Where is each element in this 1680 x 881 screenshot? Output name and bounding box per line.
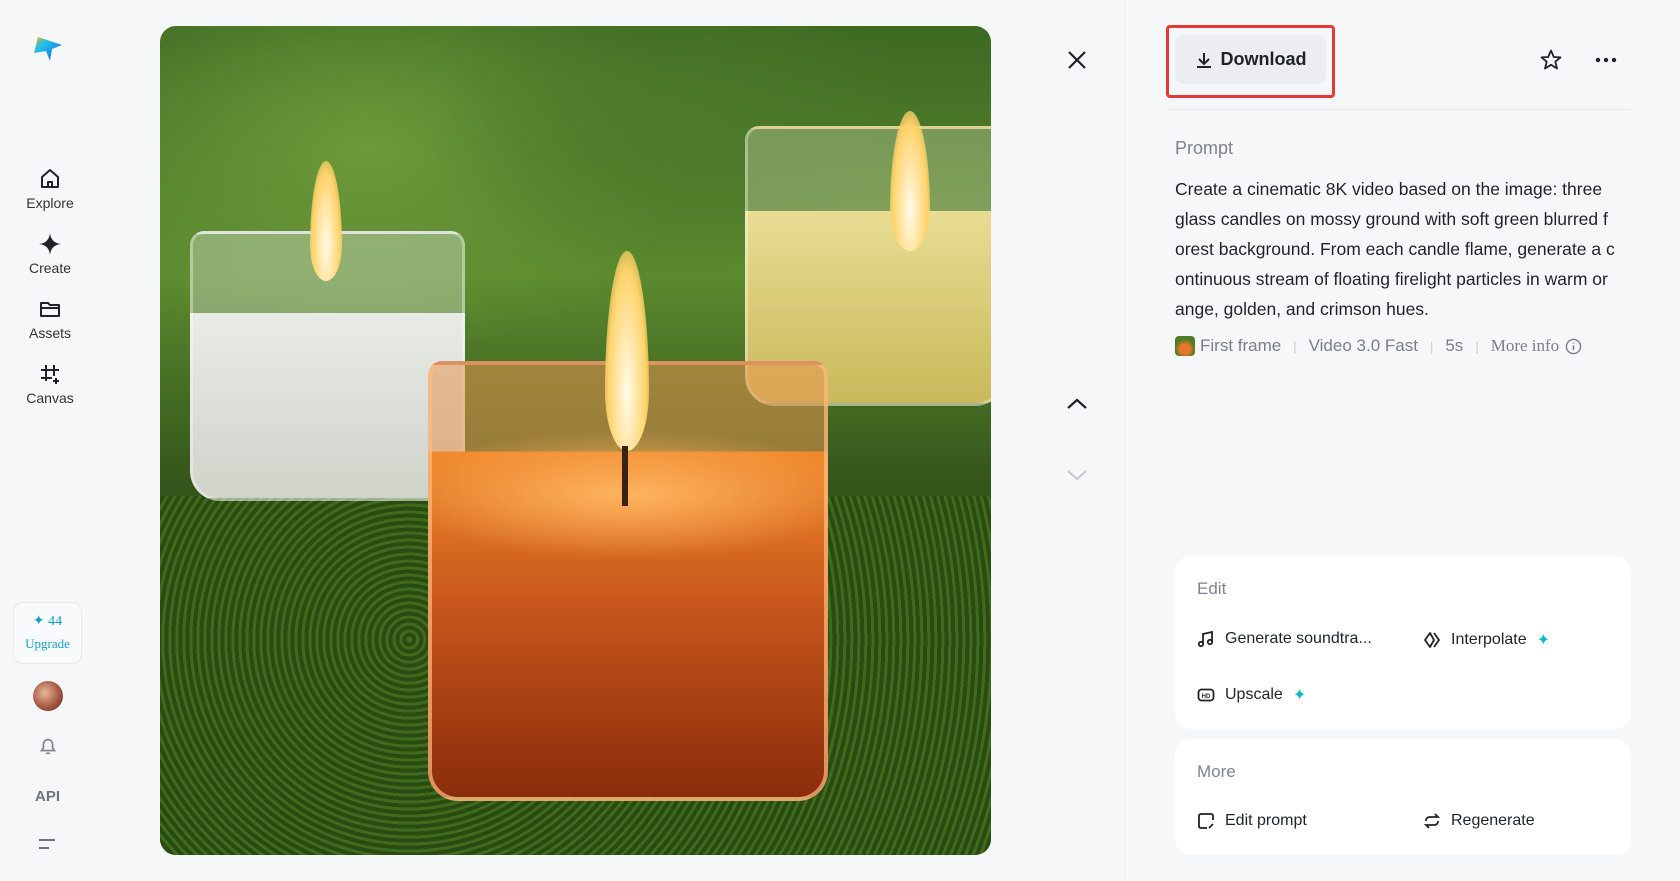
interpolate-icon [1424,632,1440,648]
edit-prompt-button[interactable]: Edit prompt [1197,812,1307,830]
generation-meta: First frame | Video 3.0 Fast | 5s | More in… [1175,336,1582,356]
sidebar-item-label: Assets [28,325,71,341]
credits-sparkle-icon: ✦ [32,614,45,629]
first-frame-thumbnail [1175,336,1195,356]
edit-prompt-icon [1198,813,1214,829]
regenerate-button[interactable]: Regenerate [1423,812,1535,830]
logo-icon [34,37,62,61]
folder-icon [40,302,60,317]
more-card: More Edit prompt Regenerate [1175,739,1631,855]
action-label: Edit prompt [1225,812,1307,829]
mode-label: First frame [1200,336,1282,355]
generate-soundtrack-button[interactable]: Generate soundtra... [1197,630,1372,648]
sparkle-icon [39,233,61,255]
upgrade-label: Upgrade [25,636,70,651]
generated-image[interactable] [160,26,991,855]
sidebar-item-explore[interactable]: Explore [0,167,100,211]
sidebar-item-label: Create [28,260,72,276]
hd-icon: HD [1197,688,1215,702]
prompt-line: glass candles on mossy ground with soft … [1175,209,1608,229]
info-icon [1565,338,1582,354]
more-info-label: More info [1490,336,1560,355]
sidebar-item-label: Canvas [26,390,74,406]
upgrade-box[interactable]: ✦ 44 Upgrade [13,602,82,664]
download-label: Download [1220,49,1307,69]
prompt-line: ange, golden, and crimson hues. [1175,299,1429,319]
duration-label: 5s [1445,336,1464,355]
star-icon[interactable] [1539,48,1563,72]
more-options-icon[interactable] [1594,56,1618,64]
menu-icon[interactable] [37,836,57,852]
panel-divider [1125,0,1126,881]
canvas-icon [41,365,59,384]
action-label: Generate soundtra... [1225,630,1372,647]
api-link[interactable]: API [0,788,95,805]
chevron-up-icon[interactable] [1066,396,1088,412]
prompt-label: Prompt [1175,138,1234,158]
premium-sparkle-icon: ✦ [1292,687,1307,704]
action-label: Interpolate [1451,631,1527,648]
download-icon [1196,52,1211,68]
prompt-line: ontinuous stream of floating firelight p… [1175,269,1608,289]
regenerate-icon [1423,813,1441,829]
home-icon [41,169,59,188]
prompt-text: Create a cinematic 8K video based on the… [1175,174,1615,324]
music-note-icon [1197,630,1214,648]
interpolate-button[interactable]: Interpolate ✦ [1423,630,1550,650]
edit-card: Edit Generate soundtra... Interpolate ✦ H… [1175,556,1631,729]
edit-title: Edit [1197,579,1227,598]
prompt-line: orest background. From each candle flame… [1175,239,1615,259]
prompt-line: Create a cinematic 8K video based on the… [1175,179,1603,199]
bell-icon[interactable] [37,735,59,757]
model-label: Video 3.0 Fast [1308,336,1418,355]
more-info-link[interactable]: More info [1491,336,1582,356]
svg-text:HD: HD [1202,694,1211,700]
chevron-down-icon[interactable] [1066,467,1088,483]
header-divider [1168,109,1631,110]
sidebar-item-label: Explore [26,195,74,211]
premium-sparkle-icon: ✦ [1536,632,1551,649]
action-label: Upscale [1225,686,1283,703]
sidebar-item-canvas[interactable]: Canvas [0,362,100,406]
sidebar-item-create[interactable]: Create [0,232,100,276]
download-button[interactable]: Download [1175,35,1326,84]
more-title: More [1197,762,1236,781]
sidebar-item-assets[interactable]: Assets [0,297,100,341]
action-label: Regenerate [1451,812,1535,829]
close-icon[interactable] [1066,49,1088,71]
upscale-button[interactable]: HD Upscale ✦ [1197,685,1306,705]
avatar[interactable] [33,681,63,711]
logo[interactable] [32,33,64,70]
credits-count: 44 [48,614,63,629]
